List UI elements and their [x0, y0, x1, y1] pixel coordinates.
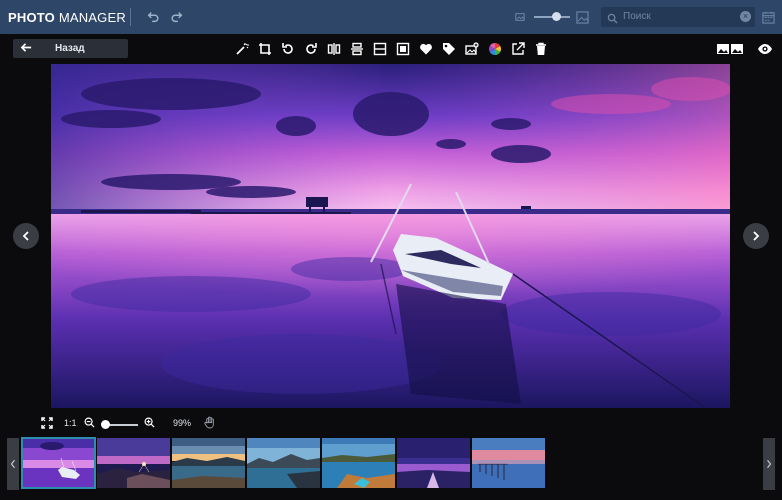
- arrow-left-icon: [20, 41, 33, 59]
- chevron-right-icon: [753, 231, 760, 241]
- zoom-out-icon[interactable]: [84, 417, 95, 430]
- preview-eye-icon[interactable]: [757, 41, 773, 56]
- thumbnail-6[interactable]: [397, 438, 470, 488]
- tag-icon[interactable]: [441, 41, 456, 56]
- search-placeholder: Поиск: [623, 11, 651, 22]
- zoom-slider-knob[interactable]: [101, 420, 110, 429]
- thumbnail-7[interactable]: [472, 438, 545, 488]
- hand-pan-icon[interactable]: [204, 416, 215, 431]
- small-thumb-icon: [514, 9, 526, 25]
- sunset-boat-image: [51, 64, 730, 408]
- thumbnail-2[interactable]: [97, 438, 170, 488]
- share-icon[interactable]: [510, 41, 525, 56]
- back-label: Назад: [55, 43, 85, 54]
- fit-icon[interactable]: [372, 41, 387, 56]
- clear-search-icon[interactable]: ×: [740, 11, 751, 22]
- previous-photo-button[interactable]: [13, 223, 39, 249]
- add-photo-icon[interactable]: [464, 41, 479, 56]
- rotate-left-icon[interactable]: [280, 41, 295, 56]
- thumbnail-1[interactable]: [21, 437, 96, 489]
- zoom-in-icon[interactable]: [144, 417, 155, 430]
- crop-icon[interactable]: [257, 41, 272, 56]
- resize-icon[interactable]: [395, 41, 410, 56]
- app-logo: PHOTO MANAGER: [8, 10, 126, 25]
- flip-vertical-icon[interactable]: [349, 41, 364, 56]
- flip-horizontal-icon[interactable]: [326, 41, 341, 56]
- color-icon[interactable]: [487, 41, 502, 56]
- filmstrip-next-button[interactable]: [763, 438, 775, 490]
- main-photo[interactable]: [51, 64, 730, 408]
- search-icon: [607, 11, 618, 29]
- toolbar: Назад: [0, 34, 782, 62]
- thumbnail-4[interactable]: [247, 438, 320, 488]
- thumbnail-5[interactable]: [322, 438, 395, 488]
- rotate-right-icon[interactable]: [303, 41, 318, 56]
- large-thumb-icon: [574, 9, 590, 25]
- actual-size-button[interactable]: 1:1: [64, 418, 77, 428]
- next-photo-button[interactable]: [743, 223, 769, 249]
- thumbnail-3[interactable]: [172, 438, 245, 488]
- favorite-icon[interactable]: [418, 41, 433, 56]
- calendar-icon[interactable]: [760, 9, 776, 25]
- filmstrip-prev-button[interactable]: [7, 438, 19, 490]
- delete-icon[interactable]: [533, 41, 548, 56]
- title-bar: PHOTO MANAGER Поиск ×: [0, 0, 782, 34]
- compare-view-icon[interactable]: [716, 41, 744, 56]
- zoom-percent: 99%: [173, 418, 192, 428]
- undo-icon[interactable]: [145, 9, 161, 25]
- magic-wand-icon[interactable]: [234, 41, 249, 56]
- chevron-left-icon: [10, 459, 15, 469]
- chevron-right-icon: [767, 459, 772, 469]
- photo-manager-app: PHOTO MANAGER Поиск × Назад 1:1 99%: [0, 0, 782, 500]
- back-button[interactable]: Назад: [13, 39, 128, 58]
- redo-icon[interactable]: [169, 9, 185, 25]
- chevron-left-icon: [22, 231, 29, 241]
- thumb-size-knob[interactable]: [552, 12, 561, 21]
- fullscreen-icon[interactable]: [41, 417, 53, 431]
- search-box[interactable]: Поиск ×: [601, 7, 755, 27]
- title-separator: [130, 8, 131, 26]
